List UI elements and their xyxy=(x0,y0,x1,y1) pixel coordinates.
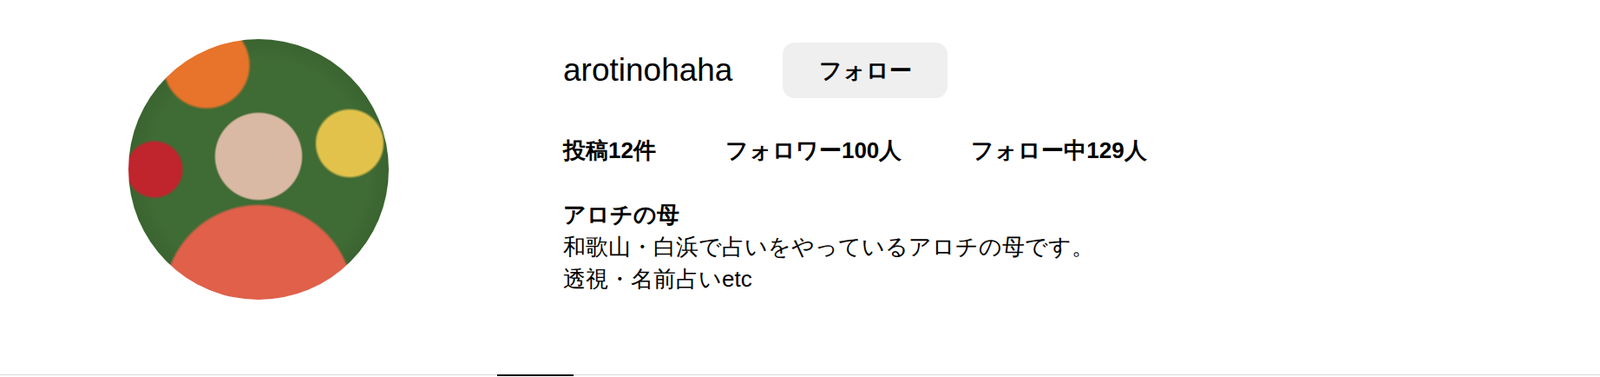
stat-item[interactable]: フォロー中129人 xyxy=(970,136,1147,164)
username-row: arotinohaha フォロー xyxy=(563,42,1148,99)
username: arotinohaha xyxy=(563,51,733,90)
stat-item[interactable]: フォロワー100人 xyxy=(725,136,902,164)
profile-info: arotinohaha フォロー 投稿12件 フォロワー100人 フォロー中129人… xyxy=(563,39,1148,374)
profile-avatar[interactable] xyxy=(128,39,389,300)
stat-item[interactable]: 投稿12件 xyxy=(563,136,656,164)
bio-line: 透視・名前占いetc xyxy=(563,262,1148,296)
profile-page: arotinohaha フォロー 投稿12件 フォロワー100人 フォロー中129人… xyxy=(0,0,1600,377)
tab-strip xyxy=(0,373,1600,377)
bio-line: 和歌山・白浜で占いをやっているアロチの母です。 xyxy=(563,230,1148,263)
profile-header: arotinohaha フォロー 投稿12件 フォロワー100人 フォロー中129人… xyxy=(0,0,1600,374)
display-name: アロチの母 xyxy=(563,198,1148,231)
stats-row: 投稿12件 フォロワー100人 フォロー中129人 xyxy=(563,136,1148,164)
follow-button[interactable]: フォロー xyxy=(782,42,948,99)
tab-indicator[interactable] xyxy=(497,373,574,376)
